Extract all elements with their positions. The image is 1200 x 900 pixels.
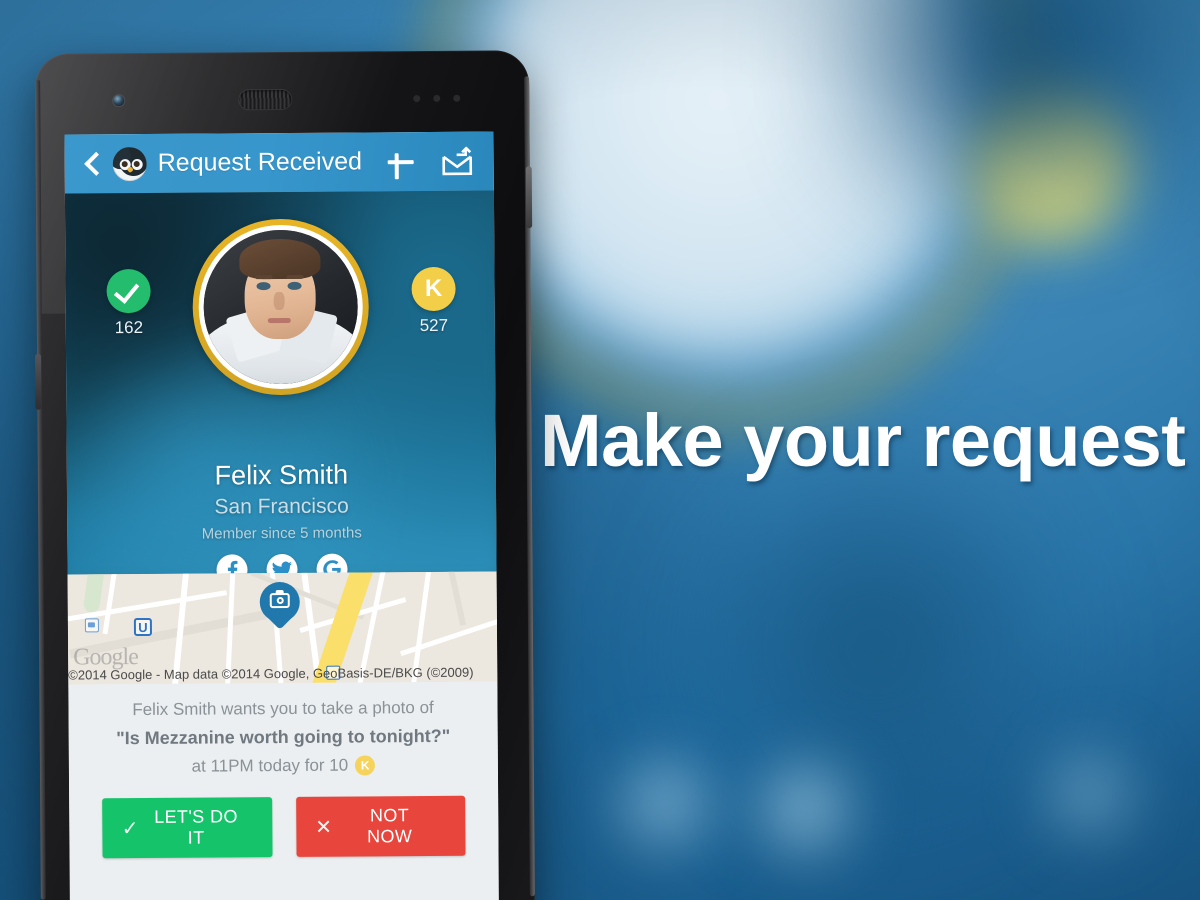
app-screen: Request Received 162 K 527 Felix Smith S… (64, 131, 500, 900)
request-question: "Is Mezzanine worth going to tonight?" (116, 725, 451, 749)
check-badge-icon (106, 268, 151, 314)
verified-count-badge[interactable]: 162 (89, 268, 167, 339)
transit-marker-icon (84, 618, 99, 633)
avatar[interactable] (191, 218, 369, 396)
power-button[interactable] (525, 166, 533, 229)
accept-button-label: LET'S DO IT (154, 806, 238, 848)
outbox-mail-icon[interactable] (440, 145, 476, 176)
profile-member-since: Member since 5 months (201, 524, 362, 543)
outbox-mail-glyph (442, 145, 473, 175)
decline-button[interactable]: ✕ NOT NOW (295, 795, 466, 857)
front-camera-icon (113, 95, 125, 107)
profile-section: 162 K 527 Felix Smith San Francisco Memb… (64, 190, 497, 575)
camera-pin-icon[interactable] (259, 581, 300, 634)
promo-headline: Make your request (540, 399, 1186, 482)
volume-button[interactable] (35, 353, 42, 410)
check-icon: ✓ (121, 817, 140, 840)
map-preview[interactable]: U Google ©2014 Google - Map data ©2014 G… (67, 571, 498, 685)
phone-mockup: Request Received 162 K 527 Felix Smith S… (34, 50, 536, 900)
app-bar-title: Request Received (157, 147, 363, 177)
avatar-photo (202, 229, 358, 385)
profile-name: Felix Smith (214, 459, 349, 491)
request-details: Felix Smith wants you to take a photo of… (68, 681, 499, 859)
karma-coin-icon: K (355, 755, 376, 776)
close-icon: ✕ (315, 816, 333, 839)
owl-logo-icon[interactable] (112, 146, 147, 181)
twitter-icon[interactable] (266, 553, 298, 575)
karma-count-badge[interactable]: K 527 (394, 266, 472, 337)
verified-count-value: 162 (114, 317, 144, 338)
karma-count-value: 527 (419, 315, 449, 336)
action-buttons: ✓ LET'S DO IT ✕ NOT NOW (79, 775, 489, 859)
promo-screenshot: Make your request Request Received 162 K… (0, 0, 1200, 900)
request-intro: Felix Smith wants you to take a photo of (132, 697, 434, 720)
accept-button[interactable]: ✓ LET'S DO IT (102, 797, 273, 859)
decline-button-label: NOT NOW (366, 805, 413, 847)
sensor-dots (413, 94, 475, 103)
app-bar: Request Received (64, 131, 494, 194)
google-icon[interactable] (316, 553, 348, 575)
plus-icon[interactable] (384, 145, 418, 179)
earpiece-speaker (239, 89, 292, 110)
profile-city: San Francisco (214, 494, 349, 519)
subway-marker-icon: U (133, 617, 153, 637)
chevron-left-icon[interactable] (79, 149, 107, 179)
karma-coin-icon: K (411, 266, 456, 312)
request-terms-text: at 11PM today for 10 (191, 755, 349, 776)
facebook-icon[interactable] (216, 554, 248, 575)
